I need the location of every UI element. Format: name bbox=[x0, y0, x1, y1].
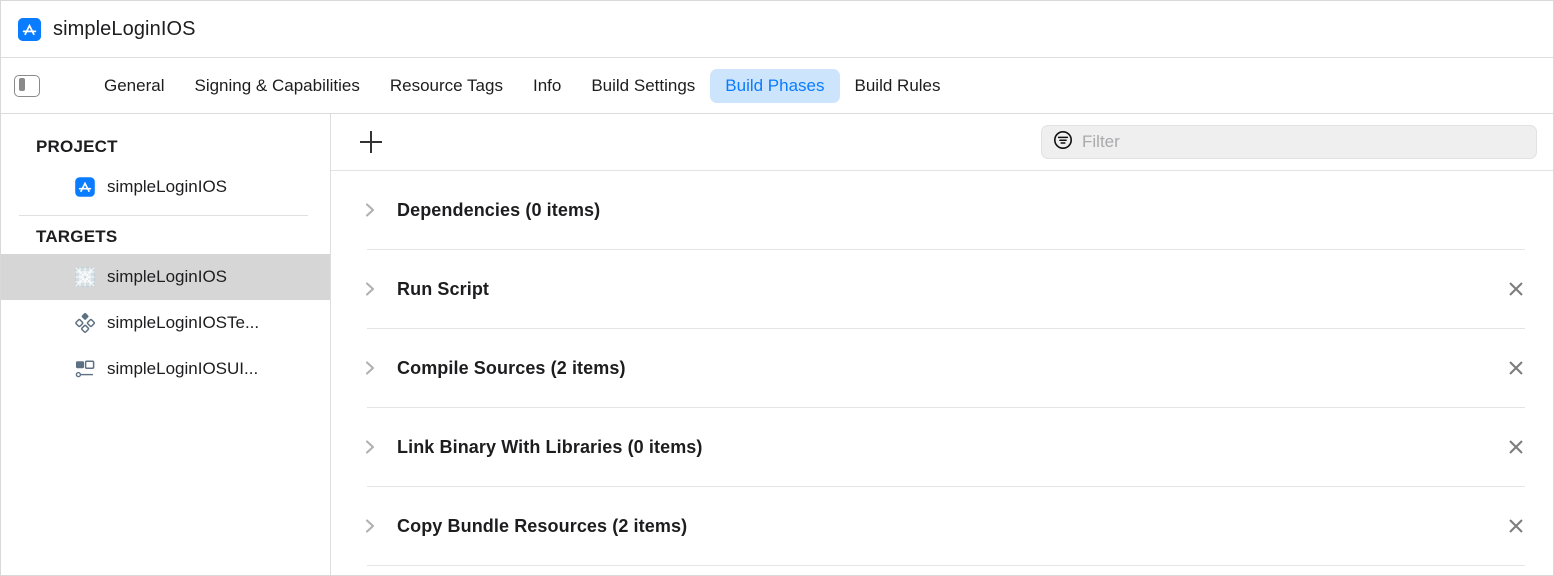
tab-build-phases[interactable]: Build Phases bbox=[710, 68, 840, 103]
build-phase-label: Run Script bbox=[397, 278, 490, 299]
build-phases-toolbar: Filter bbox=[331, 114, 1553, 171]
tab-signing-capabilities[interactable]: Signing & Capabilities bbox=[179, 69, 374, 103]
build-phase-label: Link Binary With Libraries (0 items) bbox=[397, 436, 703, 457]
editor-body: PROJECT simpleLoginIOS TARGETS simpleLog… bbox=[1, 114, 1553, 575]
tab-general[interactable]: General bbox=[89, 69, 179, 103]
sidebar-section-project: PROJECT bbox=[36, 137, 118, 156]
plus-icon[interactable] bbox=[358, 129, 384, 155]
tab-build-rules[interactable]: Build Rules bbox=[840, 69, 956, 103]
ui-test-target-icon bbox=[74, 358, 96, 380]
build-phases-list: Dependencies (0 items) Run Script Compil… bbox=[331, 171, 1553, 575]
build-phase-row[interactable]: Link Binary With Libraries (0 items) bbox=[331, 408, 1553, 486]
tab-build-settings[interactable]: Build Settings bbox=[576, 69, 710, 103]
appstore-icon bbox=[74, 176, 96, 198]
titlebar: simpleLoginIOS bbox=[1, 1, 1553, 58]
project-targets-sidebar: PROJECT simpleLoginIOS TARGETS simpleLog… bbox=[1, 114, 331, 575]
app-target-icon bbox=[74, 266, 96, 288]
appstore-icon bbox=[18, 17, 41, 41]
close-icon[interactable] bbox=[1507, 517, 1525, 535]
build-phase-row[interactable]: Run Script bbox=[331, 250, 1553, 328]
filter-icon bbox=[1053, 130, 1073, 155]
editor-tabbar: General Signing & Capabilities Resource … bbox=[1, 58, 1553, 114]
xcode-project-editor-window: simpleLoginIOS General Signing & Capabil… bbox=[0, 0, 1554, 576]
sidebar-item-target-simpleloginiostests[interactable]: simpleLoginIOSTe... bbox=[1, 300, 330, 346]
sidebar-divider bbox=[19, 215, 308, 216]
sidebar-item-project-simpleloginios[interactable]: simpleLoginIOS bbox=[1, 164, 330, 210]
sidebar-item-target-simpleloginios[interactable]: simpleLoginIOS bbox=[1, 254, 330, 300]
build-phase-row[interactable]: Dependencies (0 items) bbox=[331, 171, 1553, 249]
close-icon[interactable] bbox=[1507, 438, 1525, 456]
close-icon[interactable] bbox=[1507, 280, 1525, 298]
chevron-right-icon[interactable] bbox=[359, 515, 381, 537]
row-divider bbox=[367, 565, 1525, 566]
build-phase-label: Dependencies (0 items) bbox=[397, 199, 601, 220]
tab-resource-tags[interactable]: Resource Tags bbox=[375, 69, 518, 103]
sidebar-item-label: simpleLoginIOSTe... bbox=[107, 313, 260, 332]
sidebar-item-label: simpleLoginIOS bbox=[107, 177, 228, 196]
build-phase-label: Copy Bundle Resources (2 items) bbox=[397, 515, 688, 536]
filter-placeholder: Filter bbox=[1082, 132, 1120, 151]
window-title: simpleLoginIOS bbox=[53, 17, 196, 40]
sidebar-toggle-icon[interactable] bbox=[14, 74, 40, 97]
tab-list: General Signing & Capabilities Resource … bbox=[89, 68, 956, 103]
build-phase-row[interactable]: Compile Sources (2 items) bbox=[331, 329, 1553, 407]
unit-test-target-icon bbox=[74, 312, 96, 334]
sidebar-item-target-simpleloginiosuitests[interactable]: simpleLoginIOSUI... bbox=[1, 346, 330, 392]
chevron-right-icon[interactable] bbox=[359, 278, 381, 300]
sidebar-item-label: simpleLoginIOSUI... bbox=[107, 359, 259, 378]
chevron-right-icon[interactable] bbox=[359, 357, 381, 379]
chevron-right-icon[interactable] bbox=[359, 199, 381, 221]
sidebar-item-label: simpleLoginIOS bbox=[107, 267, 228, 286]
chevron-right-icon[interactable] bbox=[359, 436, 381, 458]
build-phase-row[interactable]: Copy Bundle Resources (2 items) bbox=[331, 487, 1553, 565]
build-phases-pane: Filter Dependencies (0 items) Run Script… bbox=[331, 114, 1553, 575]
close-icon[interactable] bbox=[1507, 359, 1525, 377]
tab-info[interactable]: Info bbox=[518, 69, 576, 103]
build-phase-label: Compile Sources (2 items) bbox=[397, 357, 626, 378]
filter-input[interactable]: Filter bbox=[1041, 125, 1537, 159]
sidebar-section-targets: TARGETS bbox=[36, 227, 118, 246]
